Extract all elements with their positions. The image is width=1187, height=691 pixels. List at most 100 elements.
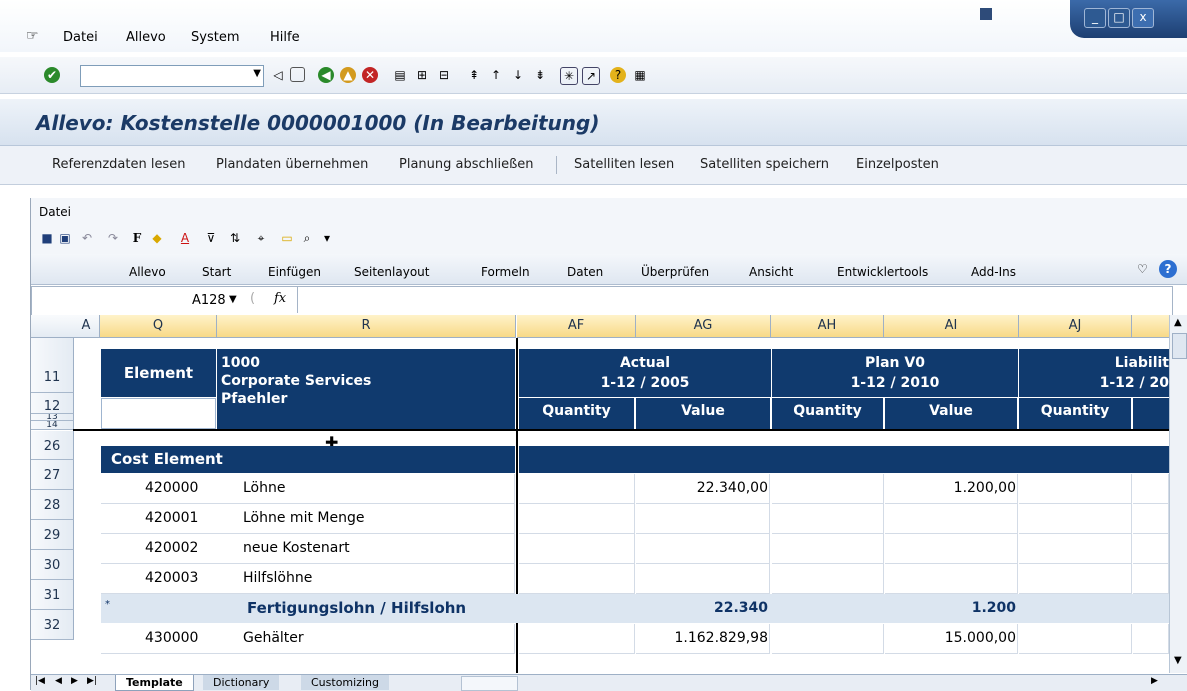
maximize-button[interactable]: □ xyxy=(1108,8,1130,28)
sheet-nav-first-icon[interactable]: |◀ xyxy=(35,676,45,686)
grid-cell[interactable] xyxy=(519,534,635,564)
row-header[interactable]: 29 xyxy=(31,520,74,550)
create-session-icon[interactable]: ✳ xyxy=(560,67,578,85)
read-reference-data-button[interactable]: Referenzdaten lesen xyxy=(52,157,185,172)
row-header[interactable]: 12 xyxy=(31,393,74,414)
vertical-scrollbar[interactable]: ▲ ▼ xyxy=(1169,315,1187,673)
column-header-q[interactable]: Q xyxy=(100,315,217,338)
plan-value-cell[interactable]: 1.200,00 xyxy=(885,474,1016,503)
grid-cell[interactable] xyxy=(1133,474,1169,504)
grid-cell[interactable] xyxy=(519,474,635,504)
take-over-plan-data-button[interactable]: Plandaten übernehmen xyxy=(216,157,368,172)
layout-menu-icon[interactable]: ▦ xyxy=(632,67,648,83)
table-row[interactable]: 420002 neue Kostenart xyxy=(101,534,515,563)
liabilities-value-header[interactable] xyxy=(1133,398,1169,429)
sheet-nav-next-icon[interactable]: ▶ xyxy=(71,676,78,686)
layout-icon[interactable] xyxy=(980,8,992,20)
grid-cell[interactable] xyxy=(772,624,884,654)
shortcut-icon[interactable]: ↗ xyxy=(582,67,600,85)
element-label-cell[interactable]: Element xyxy=(101,349,216,397)
row-header[interactable]: 30 xyxy=(31,550,74,580)
grid-cell[interactable] xyxy=(519,504,635,534)
name-box[interactable]: A128 ▼ ( fx xyxy=(32,287,298,313)
customize-qat-icon[interactable]: ▾ xyxy=(319,230,335,246)
cancel-formula-icon[interactable]: ( xyxy=(250,291,255,306)
sheet-tab-dictionary[interactable]: Dictionary xyxy=(203,675,280,690)
column-header-r[interactable]: R xyxy=(217,315,516,338)
sheet-nav-prev-icon[interactable]: ◀ xyxy=(55,676,62,686)
scroll-right-icon[interactable]: ▶ xyxy=(1151,676,1158,686)
menu-allevo[interactable]: Allevo xyxy=(126,30,166,45)
plan-header-cell[interactable]: Plan V0 1-12 / 2010 xyxy=(772,349,1018,397)
column-header-ah[interactable]: AH xyxy=(771,315,884,338)
back-arrow-icon[interactable]: ◁ xyxy=(270,67,286,83)
grid-cell[interactable] xyxy=(885,534,1018,564)
find-binoculars-icon[interactable]: ⌖ xyxy=(253,230,269,246)
fill-color-icon[interactable]: ◆ xyxy=(149,230,165,246)
element-input-cell[interactable] xyxy=(101,398,216,429)
last-page-icon[interactable]: ⇟ xyxy=(532,67,548,83)
grid-cell[interactable] xyxy=(772,534,884,564)
grid-cell[interactable] xyxy=(885,564,1018,594)
element-description-cell[interactable]: 1000 Corporate Services Pfaehler xyxy=(217,349,515,429)
help-icon[interactable]: ? xyxy=(610,67,626,83)
plan-value-cell[interactable]: 15.000,00 xyxy=(885,624,1016,653)
tab-entwicklertools[interactable]: Entwicklertools xyxy=(837,265,928,279)
scroll-up-icon[interactable]: ▲ xyxy=(1174,317,1182,328)
cancel-icon[interactable]: ✕ xyxy=(362,67,378,83)
column-header-next[interactable] xyxy=(1132,315,1170,338)
grid-cell[interactable] xyxy=(1019,534,1132,564)
worksheet[interactable]: A Q R AF AG AH AI AJ 11 12 13 14 26 27 2… xyxy=(31,315,1187,673)
tab-add-ins[interactable]: Add-Ins xyxy=(971,265,1016,279)
minimize-button[interactable]: _ xyxy=(1084,8,1106,28)
read-satellites-button[interactable]: Satelliten lesen xyxy=(574,157,674,172)
column-header-af[interactable]: AF xyxy=(517,315,636,338)
tab-daten[interactable]: Daten xyxy=(567,265,603,279)
minimize-ribbon-icon[interactable]: ♡ xyxy=(1137,262,1148,276)
row-header[interactable]: 14 xyxy=(31,421,74,430)
tab-ansicht[interactable]: Ansicht xyxy=(749,265,793,279)
row-header[interactable]: 27 xyxy=(31,460,74,490)
actual-header-cell[interactable]: Actual 1-12 / 2005 xyxy=(519,349,771,397)
sheet-tab-template[interactable]: Template xyxy=(115,675,194,691)
liabilities-quantity-header[interactable]: Quantity xyxy=(1019,398,1132,429)
print-preview-icon[interactable]: ⌕ xyxy=(299,230,315,246)
grid-cell[interactable] xyxy=(1133,534,1169,564)
find-icon[interactable]: ⊞ xyxy=(414,67,430,83)
row-header[interactable]: 13 xyxy=(31,414,74,421)
tab-einfuegen[interactable]: Einfügen xyxy=(268,265,321,279)
plan-quantity-header[interactable]: Quantity xyxy=(772,398,884,429)
grid-cell[interactable] xyxy=(1133,564,1169,594)
menu-hilfe[interactable]: Hilfe xyxy=(270,30,300,45)
command-field[interactable]: ▼ xyxy=(80,65,264,87)
row-header[interactable]: 31 xyxy=(31,580,74,610)
table-row[interactable]: 420001 Löhne mit Menge xyxy=(101,504,515,533)
tab-seitenlayout[interactable]: Seitenlayout xyxy=(354,265,429,279)
column-header-a[interactable]: A xyxy=(73,315,100,338)
grid-cell[interactable] xyxy=(1019,474,1132,504)
grid-cell[interactable] xyxy=(636,504,770,534)
tab-start[interactable]: Start xyxy=(202,265,231,279)
grid-cell[interactable] xyxy=(1133,504,1169,534)
excel-menu-datei[interactable]: Datei xyxy=(39,205,71,219)
grid-cell[interactable] xyxy=(1019,564,1132,594)
menu-datei[interactable]: Datei xyxy=(63,30,98,45)
save-icon[interactable]: ■ xyxy=(39,230,55,246)
undo-icon[interactable]: ↶ xyxy=(79,230,95,246)
first-page-icon[interactable]: ⇞ xyxy=(466,67,482,83)
sheet-tab-customizing[interactable]: Customizing xyxy=(301,675,389,690)
select-all-corner[interactable] xyxy=(31,315,74,338)
horizontal-scrollbar[interactable] xyxy=(461,676,518,691)
font-color-icon[interactable]: A xyxy=(177,230,193,246)
grid-cell[interactable] xyxy=(772,564,884,594)
row-header[interactable]: 26 xyxy=(31,431,74,460)
grid-cell[interactable] xyxy=(1133,624,1169,654)
chevron-down-icon[interactable]: ▼ xyxy=(253,68,261,79)
previous-page-icon[interactable]: ↑ xyxy=(488,67,504,83)
filter-icon[interactable]: ⊽ xyxy=(203,230,219,246)
table-row[interactable]: 430000 Gehälter xyxy=(101,624,515,653)
close-button[interactable]: x xyxy=(1132,8,1154,28)
open-folder-icon[interactable]: ▭ xyxy=(279,230,295,246)
grid-cell[interactable] xyxy=(519,624,635,654)
grid-cell[interactable] xyxy=(772,504,884,534)
